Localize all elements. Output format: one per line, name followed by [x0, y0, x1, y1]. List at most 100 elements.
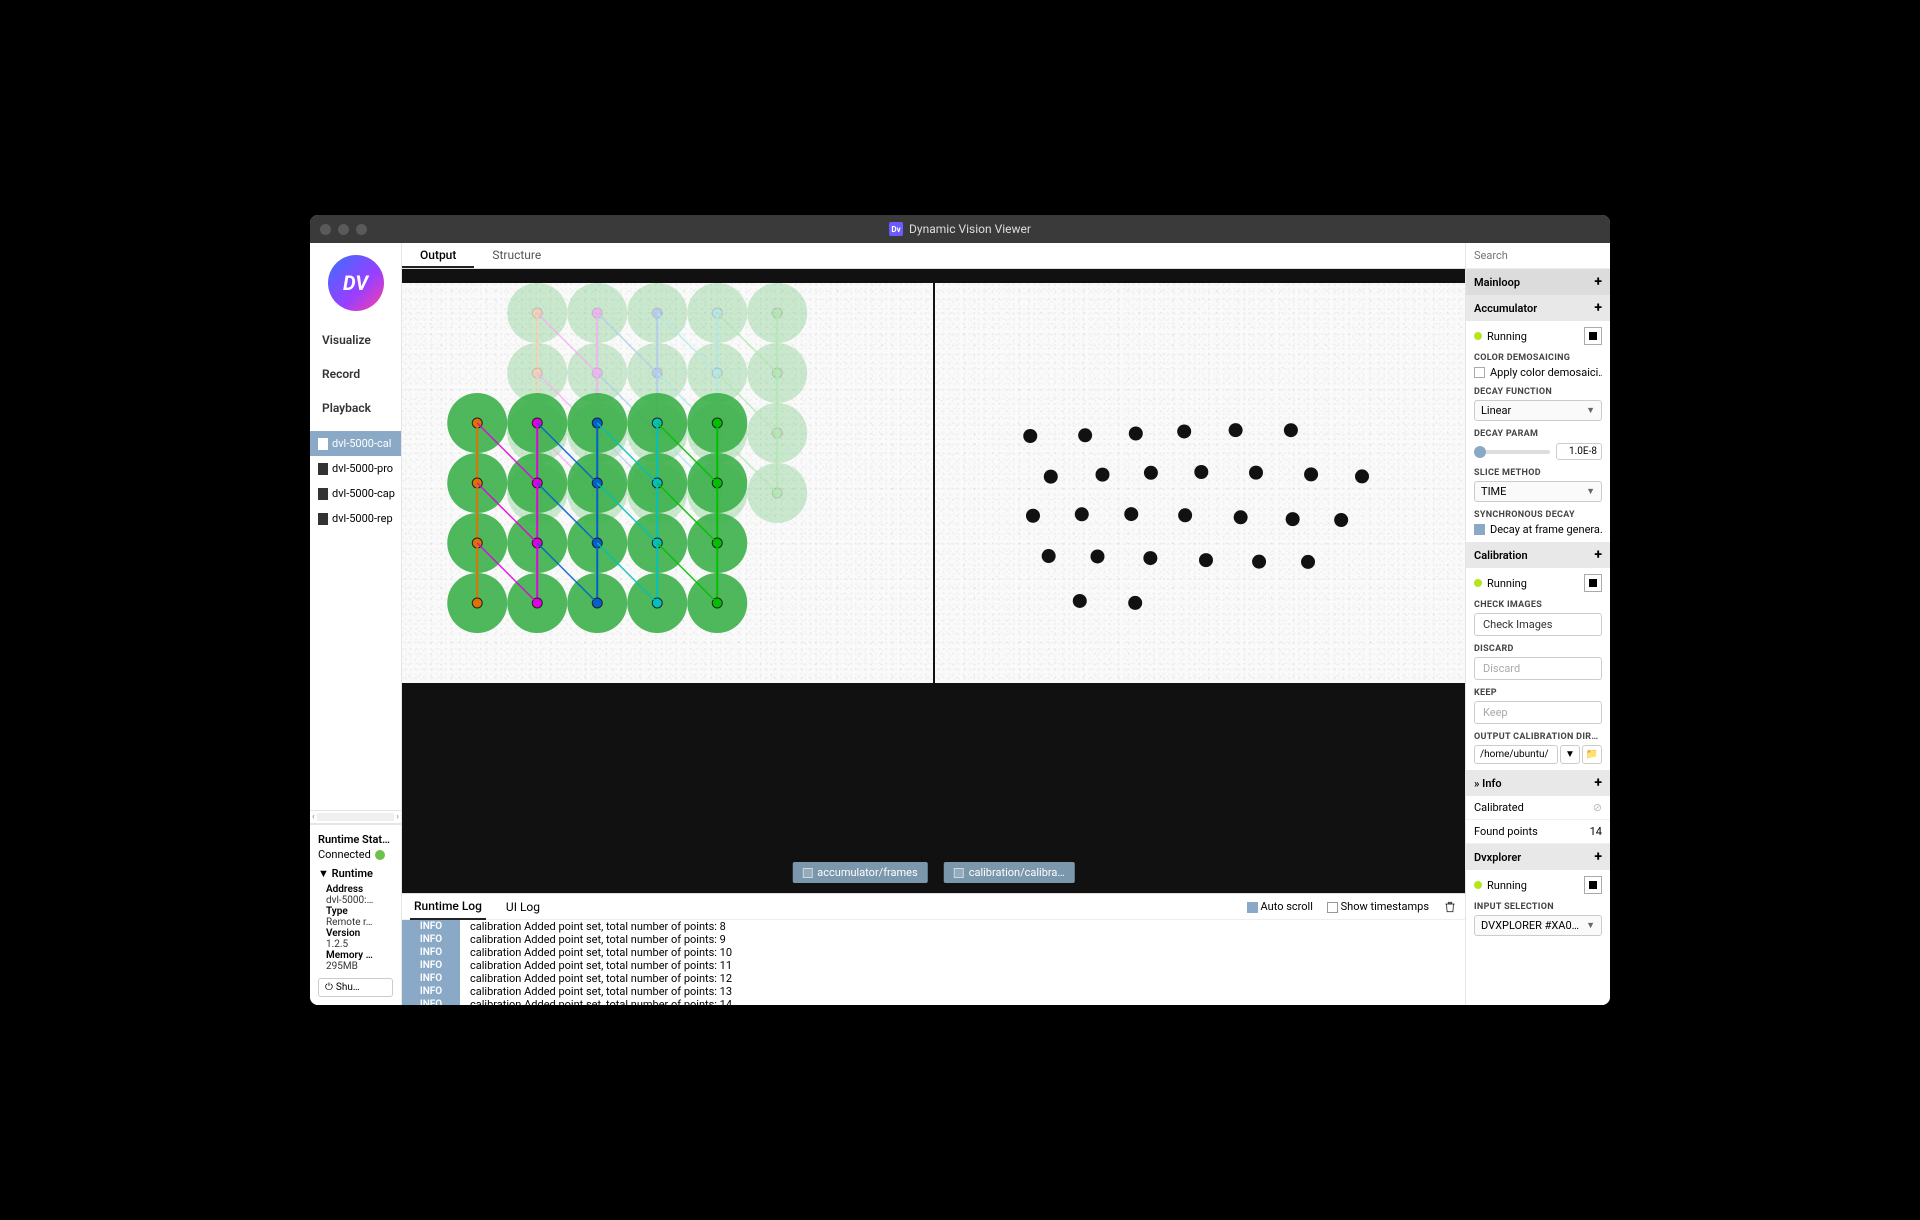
body: DV Visualize Record Playback dvl-5000-ca… — [310, 243, 1610, 1005]
minimize-icon[interactable] — [338, 224, 349, 235]
log-message: calibration Added point set, total numbe… — [460, 946, 732, 959]
kv-value: Remote r… — [326, 917, 393, 928]
horizontal-scrollbar[interactable]: ‹› — [310, 810, 401, 824]
runtime-status-header: Runtime Stat… — [318, 833, 393, 846]
plus-icon: + — [1594, 547, 1602, 563]
output-dir-dropdown[interactable]: ▼ — [1560, 745, 1580, 764]
log-line: INFOcalibration Added point set, total n… — [402, 959, 1465, 972]
running-indicator-icon — [1474, 579, 1482, 587]
viewer: accumulator/frames calibration/calibra… — [402, 269, 1465, 893]
running-label: Running — [1487, 879, 1527, 892]
stop-icon — [1589, 579, 1597, 587]
search-input[interactable] — [1466, 243, 1610, 269]
section-calibration[interactable]: Calibration+ — [1466, 542, 1610, 568]
runtime-collapse[interactable]: ▼ Runtime — [318, 867, 393, 880]
kv-value: 295MB — [326, 961, 393, 972]
nav-playback[interactable]: Playback — [310, 391, 401, 425]
power-icon: ⏻ — [325, 982, 333, 993]
file-item[interactable]: dvl-5000-pro — [310, 456, 401, 481]
keep-button[interactable]: Keep — [1474, 701, 1602, 724]
prop-label: KEEP — [1474, 688, 1602, 698]
kv-value: 1.2.5 — [326, 939, 393, 950]
stop-button[interactable] — [1584, 876, 1602, 894]
tab-output[interactable]: Output — [402, 243, 474, 268]
section-dvxplorer[interactable]: Dvxplorer+ — [1466, 844, 1610, 870]
decay-param-value[interactable]: 1.0E-8 — [1556, 443, 1602, 460]
maximize-icon[interactable] — [356, 224, 367, 235]
log-level-badge: INFO — [402, 985, 460, 998]
checkbox-icon — [1327, 902, 1338, 913]
tab-structure[interactable]: Structure — [474, 243, 559, 268]
plus-icon: + — [1594, 300, 1602, 316]
chevron-down-icon: ▼ — [1586, 486, 1595, 497]
stop-button[interactable] — [1584, 327, 1602, 345]
input-selection-select[interactable]: DVXPLORER #XA0…▼ — [1474, 915, 1602, 936]
pill-calibration[interactable]: calibration/calibra… — [944, 862, 1075, 883]
kv-label: Type — [326, 906, 393, 917]
sync-decay-toggle[interactable]: Decay at frame genera… — [1474, 523, 1602, 536]
checkbox-icon — [954, 868, 964, 878]
log-tab-runtime[interactable]: Runtime Log — [410, 894, 486, 920]
kv-label: Memory … — [326, 950, 393, 961]
discard-button[interactable]: Discard — [1474, 657, 1602, 680]
status-indicator-icon — [375, 850, 385, 860]
file-icon — [318, 513, 328, 525]
stream-pills: accumulator/frames calibration/calibra… — [792, 862, 1075, 883]
section-info[interactable]: » Info+ — [1466, 770, 1610, 796]
output-dir-input[interactable]: /home/ubuntu/ — [1474, 745, 1558, 764]
close-icon[interactable] — [320, 224, 331, 235]
section-accumulator[interactable]: Accumulator+ — [1466, 295, 1610, 321]
titlebar: Dv Dynamic Vision Viewer — [310, 215, 1610, 243]
pill-accumulator[interactable]: accumulator/frames — [792, 862, 927, 883]
views — [402, 283, 1465, 683]
plus-icon: + — [1594, 775, 1602, 791]
timestamps-toggle[interactable]: Show timestamps — [1327, 900, 1429, 913]
stop-icon — [1589, 332, 1597, 340]
trash-icon[interactable] — [1443, 900, 1457, 914]
runtime-status: Runtime Stat… Connected ▼ Runtime Addres… — [310, 824, 401, 1005]
log-level-badge: INFO — [402, 959, 460, 972]
slice-method-select[interactable]: TIME▼ — [1474, 481, 1602, 502]
log-line: INFOcalibration Added point set, total n… — [402, 920, 1465, 933]
plus-icon: + — [1594, 849, 1602, 865]
nav-visualize[interactable]: Visualize — [310, 323, 401, 357]
center-panel: Output Structure — [402, 243, 1465, 1005]
color-demosaicing-toggle[interactable]: Apply color demosaici… — [1474, 366, 1602, 379]
prop-label: COLOR DEMOSAICING — [1474, 353, 1602, 363]
window-controls — [320, 224, 367, 235]
autoscroll-toggle[interactable]: Auto scroll — [1247, 900, 1313, 913]
plus-icon: + — [1594, 274, 1602, 290]
file-item[interactable]: dvl-5000-rep — [310, 506, 401, 531]
check-images-button[interactable]: Check Images — [1474, 613, 1602, 636]
kv-value: dvl-5000:… — [326, 895, 393, 906]
slider-thumb[interactable] — [1474, 446, 1486, 458]
log-level-badge: INFO — [402, 946, 460, 959]
log-level-badge: INFO — [402, 972, 460, 985]
decay-function-select[interactable]: Linear▼ — [1474, 400, 1602, 421]
view-calibration[interactable] — [933, 283, 1466, 683]
checkbox-icon — [1247, 902, 1258, 913]
view-accumulator[interactable] — [402, 283, 933, 683]
section-mainloop[interactable]: Mainloop+ — [1466, 269, 1610, 295]
log-message: calibration Added point set, total numbe… — [460, 920, 726, 933]
nav-record[interactable]: Record — [310, 357, 401, 391]
stop-button[interactable] — [1584, 574, 1602, 592]
file-icon — [318, 463, 328, 475]
decay-param-slider[interactable] — [1474, 450, 1550, 454]
runtime-connected: Connected — [318, 848, 371, 861]
prop-label: SLICE METHOD — [1474, 468, 1602, 478]
output-dir-browse[interactable]: 📁 — [1582, 745, 1602, 764]
log-line: INFOcalibration Added point set, total n… — [402, 998, 1465, 1005]
app-window: Dv Dynamic Vision Viewer DV Visualize Re… — [310, 215, 1610, 1005]
log-tab-ui[interactable]: UI Log — [502, 895, 544, 919]
kv-label: Address — [326, 884, 393, 895]
checkbox-icon — [1474, 524, 1485, 535]
checkbox-icon — [802, 868, 812, 878]
file-item[interactable]: dvl-5000-cap — [310, 481, 401, 506]
shutdown-button[interactable]: ⏻Shu… — [318, 978, 393, 997]
log-message: calibration Added point set, total numbe… — [460, 933, 726, 946]
log-message: calibration Added point set, total numbe… — [460, 998, 732, 1005]
main-tabs: Output Structure — [402, 243, 1465, 269]
file-item[interactable]: dvl-5000-cal — [310, 431, 401, 456]
info-found-points: Found points14 — [1466, 820, 1610, 844]
